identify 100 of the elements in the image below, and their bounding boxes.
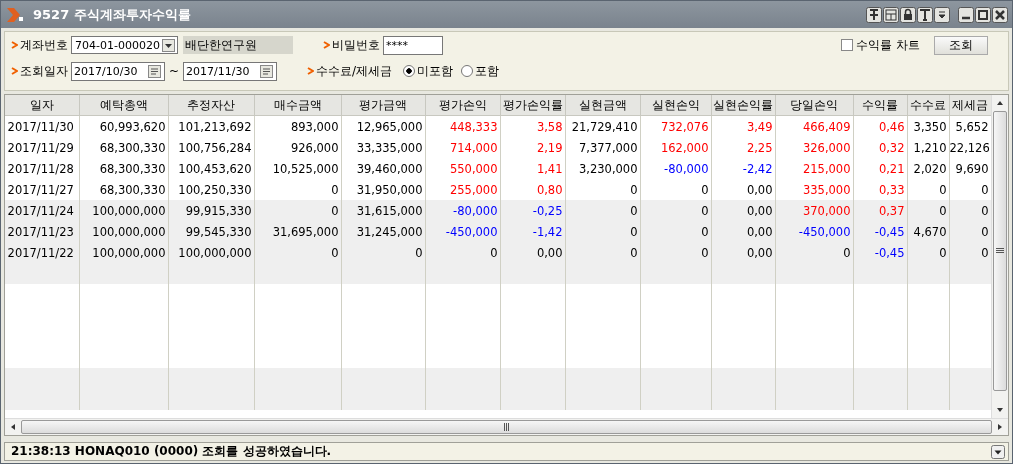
table-cell: 100,756,284 xyxy=(168,137,254,158)
status-message: 21:38:13 HONAQ010 (0000) 조회를 성공하였습니다. xyxy=(11,443,332,460)
horizontal-scrollbar[interactable] xyxy=(5,418,1008,435)
table-cell: 2017/11/23 xyxy=(5,221,79,242)
table-cell: 926,000 xyxy=(254,137,341,158)
date-field[interactable]: 2017/10/30 xyxy=(71,61,165,81)
table-cell: 326,000 xyxy=(775,137,853,158)
table-cell: 12,965,000 xyxy=(341,115,425,137)
table-cell: 466,409 xyxy=(775,115,853,137)
scroll-grip-icon xyxy=(996,248,1004,254)
table-cell: 162,000 xyxy=(640,137,711,158)
column-header: 수수료 xyxy=(907,95,949,116)
lock-icon[interactable] xyxy=(900,6,916,23)
column-header: 평가손익률 xyxy=(500,95,565,116)
account-holder-field: 배단한연구원 xyxy=(183,36,293,54)
dropdown-icon[interactable] xyxy=(934,6,950,23)
table-cell: 2,19 xyxy=(500,137,565,158)
table-cell: 0 xyxy=(775,242,853,263)
maximize-icon[interactable] xyxy=(975,6,991,23)
column-header: 매수금액 xyxy=(254,95,341,116)
dropdown-icon[interactable] xyxy=(991,444,1005,459)
column-header: 평가금액 xyxy=(341,95,425,116)
field-label: 수수료/제세금 xyxy=(316,62,393,80)
table-cell: 0 xyxy=(565,200,640,221)
table-cell: 100,000,000 xyxy=(79,200,168,221)
checkbox-label: 수익률 차트 xyxy=(856,36,920,54)
minimize-icon[interactable] xyxy=(958,6,974,23)
table-cell: 0 xyxy=(640,242,711,263)
window-grid-icon[interactable] xyxy=(883,6,899,23)
table-cell: 0 xyxy=(907,200,949,221)
bullet-icon xyxy=(11,40,18,50)
table-cell: -450,000 xyxy=(425,221,500,242)
table-cell: 0,00 xyxy=(500,242,565,263)
table-cell: 0 xyxy=(341,242,425,263)
column-header: 예탁총액 xyxy=(79,95,168,116)
table-cell: 0,32 xyxy=(853,137,907,158)
table-cell: 0,00 xyxy=(711,221,775,242)
column-header: 수익률 xyxy=(853,95,907,116)
calendar-icon[interactable] xyxy=(148,64,161,78)
table-cell: 100,000,000 xyxy=(79,221,168,242)
table-cell: 893,000 xyxy=(254,115,341,137)
table-cell: 732,076 xyxy=(640,115,711,137)
close-icon[interactable] xyxy=(992,6,1008,23)
table-cell: 4,670 xyxy=(907,221,949,242)
app-logo-icon xyxy=(7,7,23,22)
table-cell: 3,230,000 xyxy=(565,158,640,179)
scroll-grip-icon xyxy=(503,423,510,431)
field-label: 계좌번호 xyxy=(20,36,68,54)
date-field[interactable]: 2017/11/30 xyxy=(183,61,278,81)
table-cell: 215,000 xyxy=(775,158,853,179)
table-cell: 100,000,000 xyxy=(168,242,254,263)
table-cell: 2017/11/22 xyxy=(5,242,79,263)
table-cell: 33,335,000 xyxy=(341,137,425,158)
table-cell: 0 xyxy=(565,221,640,242)
column-header: 제세금 xyxy=(949,95,991,116)
checkbox[interactable] xyxy=(841,39,854,51)
table-cell: 3,49 xyxy=(711,115,775,137)
table-cell: 10,525,000 xyxy=(254,158,341,179)
table-cell: 31,615,000 xyxy=(341,200,425,221)
table-cell: -0,25 xyxy=(500,200,565,221)
table-cell: 2017/11/29 xyxy=(5,137,79,158)
table-cell: 3,350 xyxy=(907,115,949,137)
table-cell: 21,729,410 xyxy=(565,115,640,137)
column-header: 당일손익 xyxy=(775,95,853,116)
table-cell: 31,245,000 xyxy=(341,221,425,242)
table-cell: 0 xyxy=(565,242,640,263)
table-cell: 100,000,000 xyxy=(79,242,168,263)
vertical-scrollbar[interactable] xyxy=(991,95,1008,418)
table-cell: 100,453,620 xyxy=(168,158,254,179)
table-cell: 1,41 xyxy=(500,158,565,179)
column-header: 평가손익 xyxy=(425,95,500,116)
table-cell: 31,695,000 xyxy=(254,221,341,242)
range-separator: ~ xyxy=(169,64,180,78)
account-dropdown[interactable]: 704-01-000020 xyxy=(71,36,178,54)
column-header: 실현금액 xyxy=(565,95,640,116)
table-cell: 0,21 xyxy=(853,158,907,179)
table-cell: -450,000 xyxy=(775,221,853,242)
table-cell: 0,46 xyxy=(853,115,907,137)
bullet-icon xyxy=(11,66,18,76)
table-cell: 0 xyxy=(254,242,341,263)
calendar-icon[interactable] xyxy=(260,64,274,78)
table-cell: -80,000 xyxy=(640,158,711,179)
table-cell: 0 xyxy=(640,221,711,242)
table-cell: 60,993,620 xyxy=(79,115,168,137)
field-label: 조회일자 xyxy=(20,62,68,80)
radio-button[interactable] xyxy=(461,65,474,77)
table-cell: 370,000 xyxy=(775,200,853,221)
table-cell: 2,020 xyxy=(907,158,949,179)
radio-button[interactable] xyxy=(403,65,416,77)
table-cell: -0,45 xyxy=(853,242,907,263)
table-cell: -80,000 xyxy=(425,200,500,221)
table-cell: 0 xyxy=(949,221,991,242)
table-cell: 2,25 xyxy=(711,137,775,158)
window-title: 9527 주식계좌투자수익률 xyxy=(33,5,191,24)
text-size-icon[interactable] xyxy=(917,6,933,23)
password-field[interactable]: **** xyxy=(383,35,443,55)
search-button[interactable]: 조회 xyxy=(934,35,988,55)
table-cell: 3,58 xyxy=(500,115,565,137)
table-cell: -0,45 xyxy=(853,221,907,242)
pin-icon[interactable] xyxy=(866,6,882,23)
